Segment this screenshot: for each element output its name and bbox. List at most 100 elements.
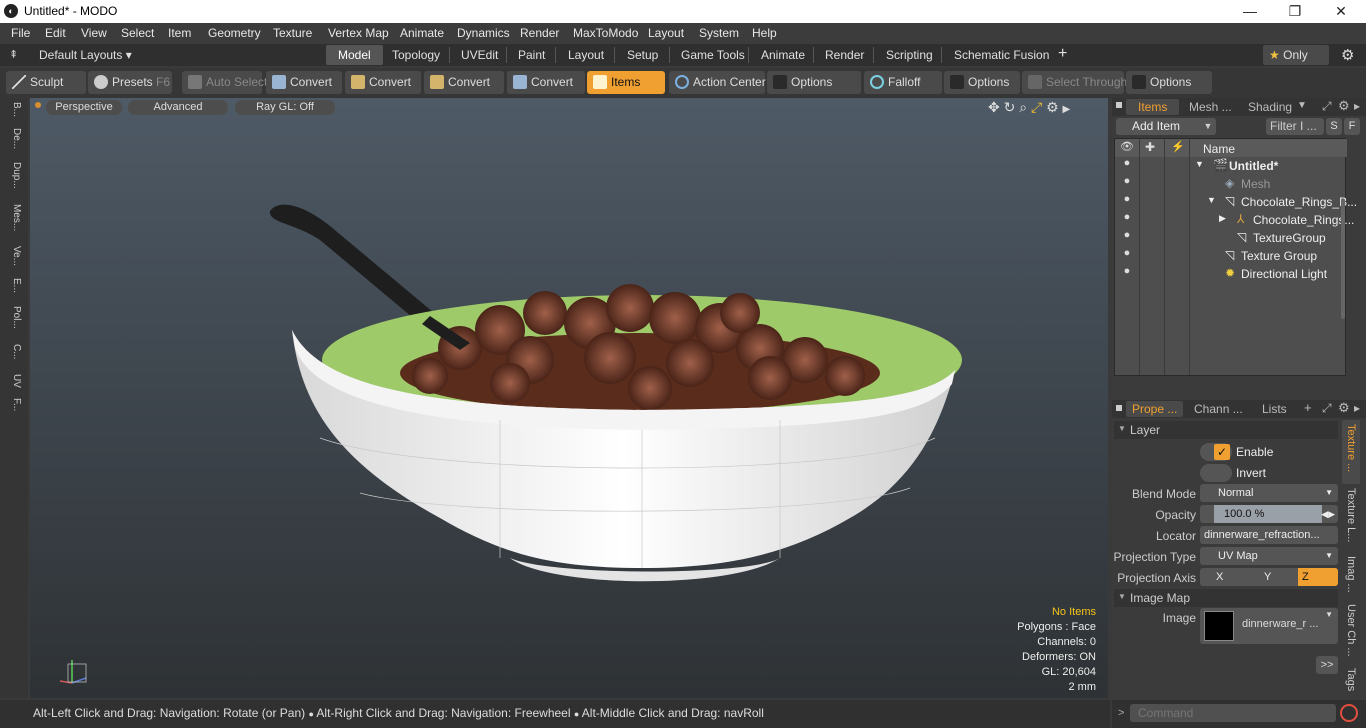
- item-row[interactable]: ● ◹ TextureGroup: [1115, 229, 1347, 247]
- add-item-dropdown-icon[interactable]: ▼: [1200, 118, 1216, 135]
- menu-system[interactable]: System: [699, 26, 739, 40]
- left-tab-vertex[interactable]: Ve...: [6, 246, 22, 272]
- falloff-options-button[interactable]: Options: [944, 71, 1020, 94]
- f-button[interactable]: F: [1344, 118, 1360, 135]
- menu-animate[interactable]: Animate: [400, 26, 444, 40]
- item-row[interactable]: ● ◹ Texture Group: [1115, 247, 1347, 265]
- blend-mode-dropdown[interactable]: Normal ▼: [1200, 484, 1338, 502]
- tab-items[interactable]: Items: [1126, 99, 1180, 115]
- axis-z-button[interactable]: Z: [1298, 568, 1338, 586]
- convert-vertices-button[interactable]: Convert: [266, 71, 342, 94]
- menu-texture[interactable]: Texture: [273, 26, 312, 40]
- record-icon[interactable]: [1340, 704, 1358, 722]
- item-row[interactable]: ● ✹ Directional Light: [1115, 265, 1347, 283]
- tab-mesh[interactable]: Mesh ...: [1189, 100, 1232, 114]
- name-column-header[interactable]: Name: [1203, 142, 1235, 156]
- 3d-viewport[interactable]: Perspective Advanced Ray GL: Off ✥ ↻ ⌕ ⤢…: [30, 98, 1108, 698]
- command-input[interactable]: [1130, 704, 1336, 722]
- tab-schematic-fusion[interactable]: Schematic Fusion: [954, 48, 1049, 62]
- tab-model[interactable]: Model: [326, 45, 383, 65]
- eye-icon[interactable]: ●: [1115, 211, 1139, 229]
- side-tab-texture-layers[interactable]: Texture L...: [1342, 488, 1360, 552]
- menu-item[interactable]: Item: [168, 26, 191, 40]
- tab-properties[interactable]: Prope ...: [1126, 401, 1184, 417]
- tab-scripting[interactable]: Scripting: [886, 48, 933, 62]
- left-tab-polygon[interactable]: Pol...: [6, 306, 22, 336]
- filter-items-input[interactable]: Filter I ...: [1266, 118, 1324, 135]
- locator-field[interactable]: dinnerware_refraction...: [1200, 526, 1338, 544]
- enable-checkbox[interactable]: ✓: [1200, 443, 1232, 461]
- channel-column-icon[interactable]: ⚡: [1171, 140, 1185, 153]
- projection-type-dropdown[interactable]: UV Map ▼: [1200, 547, 1338, 565]
- item-row[interactable]: ● ▼ 🎬 Untitled*: [1115, 157, 1347, 175]
- collapse-arrow-icon[interactable]: ▶: [1219, 213, 1226, 224]
- tab-channels[interactable]: Chann ...: [1194, 402, 1243, 416]
- select-through-button[interactable]: Select Through: [1022, 71, 1127, 94]
- tab-paint[interactable]: Paint: [518, 48, 545, 62]
- image-selector[interactable]: dinnerware_r ... ▼: [1200, 608, 1338, 644]
- eye-icon[interactable]: ●: [1115, 247, 1139, 265]
- expand-arrow-icon[interactable]: ▼: [1195, 159, 1204, 169]
- menu-maxtomodo[interactable]: MaxToModo: [573, 26, 638, 40]
- sculpt-button[interactable]: Sculpt: [6, 71, 86, 94]
- eye-icon[interactable]: ●: [1115, 265, 1139, 283]
- menu-dynamics[interactable]: Dynamics: [457, 26, 510, 40]
- tab-lists[interactable]: Lists: [1262, 402, 1287, 416]
- left-tab-duplicate[interactable]: Dup...: [6, 162, 22, 194]
- add-tab-icon[interactable]: +: [1058, 45, 1067, 63]
- expand-panel-icon[interactable]: ⤢: [1322, 99, 1332, 114]
- menu-file[interactable]: File: [11, 26, 30, 40]
- item-row[interactable]: ● ▼ ◹ Chocolate_Rings_B...: [1115, 193, 1357, 211]
- pin-icon[interactable]: ⇞: [9, 48, 18, 61]
- lock-column-icon[interactable]: ✚: [1145, 140, 1155, 154]
- left-tab-deform[interactable]: De...: [6, 128, 22, 154]
- menu-select[interactable]: Select: [121, 26, 154, 40]
- expand-arrow-icon[interactable]: ▼: [1207, 195, 1216, 205]
- expand-props-button[interactable]: >>: [1316, 656, 1338, 674]
- left-tab-mesh-edit[interactable]: Mes...: [6, 204, 22, 236]
- left-tab-edge[interactable]: E...: [6, 278, 22, 300]
- panel-menu-icon[interactable]: ▸: [1354, 401, 1360, 415]
- left-tab-curve[interactable]: C...: [6, 344, 22, 366]
- side-tab-user-channels[interactable]: User Ch ...: [1342, 604, 1360, 664]
- action-center-options-button[interactable]: Options: [767, 71, 861, 94]
- eye-icon[interactable]: ●: [1115, 229, 1139, 247]
- tab-uvedit[interactable]: UVEdit: [461, 48, 498, 62]
- side-tab-image[interactable]: Imag ...: [1342, 556, 1360, 600]
- axis-x-button[interactable]: X: [1216, 568, 1256, 586]
- menu-geometry[interactable]: Geometry: [208, 26, 261, 40]
- falloff-button[interactable]: Falloff: [864, 71, 942, 94]
- eye-icon[interactable]: ●: [1115, 193, 1139, 211]
- tab-animate[interactable]: Animate: [761, 48, 805, 62]
- menu-render[interactable]: Render: [520, 26, 559, 40]
- menu-vertex-map[interactable]: Vertex Map: [328, 26, 389, 40]
- left-tab-basic[interactable]: B...: [6, 102, 22, 122]
- only-toggle[interactable]: ★ Only: [1263, 45, 1329, 65]
- tab-shading[interactable]: Shading: [1248, 100, 1292, 114]
- item-row[interactable]: ● ◈ Mesh: [1115, 175, 1347, 193]
- tab-layout[interactable]: Layout: [568, 48, 604, 62]
- close-icon[interactable]: ✕: [1331, 2, 1351, 20]
- image-map-section-header[interactable]: ▼ Image Map: [1114, 589, 1338, 607]
- side-tab-texture[interactable]: Texture ...: [1342, 420, 1360, 484]
- tab-overflow-icon[interactable]: ▼: [1297, 100, 1307, 111]
- s-button[interactable]: S: [1326, 118, 1342, 135]
- tab-render[interactable]: Render: [825, 48, 864, 62]
- panel-menu-icon[interactable]: ▸: [1354, 99, 1360, 113]
- side-tab-tags[interactable]: Tags: [1342, 668, 1360, 698]
- convert-edges-button[interactable]: Convert: [345, 71, 421, 94]
- tab-game-tools[interactable]: Game Tools: [681, 48, 745, 62]
- item-row[interactable]: ● ▶ ⅄ Chocolate_Rings...: [1115, 211, 1355, 229]
- expand-panel-icon[interactable]: ⤢: [1322, 401, 1332, 416]
- item-list-scrollbar[interactable]: [1341, 199, 1345, 319]
- tab-topology[interactable]: Topology: [392, 48, 440, 62]
- panel-gear-icon[interactable]: ⚙: [1338, 98, 1350, 114]
- items-mode-button[interactable]: Items: [587, 71, 665, 94]
- gear-icon[interactable]: ⚙: [1341, 46, 1354, 64]
- layer-section-header[interactable]: ▼ Layer: [1114, 421, 1338, 439]
- layout-selector[interactable]: Default Layouts ▾: [39, 48, 132, 62]
- convert-polygons-button[interactable]: Convert: [424, 71, 504, 94]
- invert-checkbox[interactable]: [1200, 464, 1232, 482]
- panel-gear-icon[interactable]: ⚙: [1338, 400, 1350, 416]
- presets-button[interactable]: Presets F6: [88, 71, 172, 94]
